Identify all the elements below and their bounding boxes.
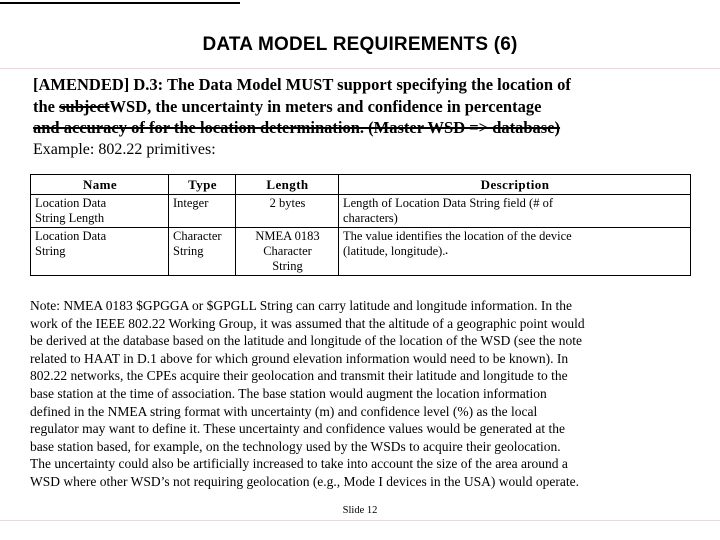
top-frame-rule: [0, 2, 240, 4]
note-line: base station based, for example, on the …: [30, 438, 561, 454]
note-line: The uncertainty could also be artificial…: [30, 456, 568, 472]
cell-type: Integer: [168, 194, 236, 228]
cell-description-line: characters): [343, 211, 398, 225]
change-rule-bottom: [0, 520, 720, 521]
cell-description-text: (latitude, longitude).: [343, 244, 446, 258]
requirement-line-2-suffix: WSD, the uncertainty in meters and confi…: [109, 96, 542, 116]
cell-description-line: Length of Location Data String field (# …: [343, 196, 554, 210]
cell-name-line: Location Data: [35, 196, 107, 210]
column-header-type: Type: [168, 174, 236, 195]
cell-length-line: NMEA 0183: [255, 229, 320, 243]
column-header-name: Name: [30, 174, 169, 195]
requirement-line-2-prefix: the: [33, 96, 60, 116]
cell-type-line: Character: [173, 229, 222, 243]
table-row: Location Data String Length Integer 2 by…: [30, 194, 691, 228]
cell-description-line: (latitude, longitude).▪: [343, 244, 687, 262]
cell-length-line: Character: [263, 244, 312, 258]
example-label: Example: 802.22 primitives:: [33, 141, 216, 158]
slide-number: Slide 12: [342, 505, 378, 516]
table-row: Location Data String Character String NM…: [30, 227, 691, 276]
requirement-statement: [AMENDED] D.3: The Data Model MUST suppo…: [33, 74, 693, 139]
cell-type: Character String: [168, 227, 236, 276]
page-title: DATA MODEL REQUIREMENTS (6): [202, 34, 518, 55]
cell-length-line: String: [272, 259, 303, 273]
cell-type-line: String: [173, 244, 204, 258]
note-line: Note: NMEA 0183 $GPGGA or $GPGLL String …: [30, 298, 573, 313]
note-line: base station at the time of association.…: [30, 385, 547, 401]
table-header-row: Name Type Length Description: [30, 174, 691, 195]
note-line: 802.22 networks, the CPEs acquire their …: [30, 368, 568, 384]
cell-description-line: The value identifies the location of the…: [343, 229, 572, 243]
note-line: WSD where other WSD’s not requiring geol…: [30, 473, 579, 489]
note-line: be derived at the database based on the …: [30, 333, 582, 349]
requirement-line-2-struck-text: subject: [59, 96, 110, 116]
note-line: work of the IEEE 802.22 Working Group, i…: [30, 315, 585, 331]
requirement-line-2: the subjectWSD, the uncertainty in meter…: [33, 96, 693, 118]
column-header-description: Description: [338, 174, 691, 195]
cell-length: NMEA 0183 Character String: [235, 227, 339, 276]
cell-name-line: String: [35, 244, 66, 258]
cell-description: The value identifies the location of the…: [338, 227, 691, 276]
requirement-line-3-struck: and accuracy of for the location determi…: [33, 118, 561, 137]
cell-name: Location Data String: [30, 227, 169, 276]
cell-description: Length of Location Data String field (# …: [338, 194, 691, 228]
primitives-table: Name Type Length Description Location Da…: [30, 174, 691, 276]
cell-name-line: Location Data: [35, 229, 107, 243]
cell-length-line: 2 bytes: [269, 196, 306, 210]
note-line: defined in the NMEA string format with u…: [30, 403, 538, 419]
note-paragraph: Note: NMEA 0183 $GPGGA or $GPGLL String …: [30, 297, 695, 491]
note-line: related to HAAT in D.1 above for which g…: [30, 350, 569, 366]
revision-mark-icon: ▪: [445, 251, 448, 257]
cell-name: Location Data String Length: [30, 194, 169, 228]
requirement-line-1: [AMENDED] D.3: The Data Model MUST suppo…: [33, 75, 571, 94]
cell-name-line: String Length: [35, 211, 105, 225]
column-header-length: Length: [235, 174, 339, 195]
cell-type-line: Integer: [173, 196, 209, 210]
change-rule-top: [0, 68, 720, 69]
note-line: regulator may want to define it. These u…: [30, 421, 566, 437]
cell-length: 2 bytes: [235, 194, 339, 228]
